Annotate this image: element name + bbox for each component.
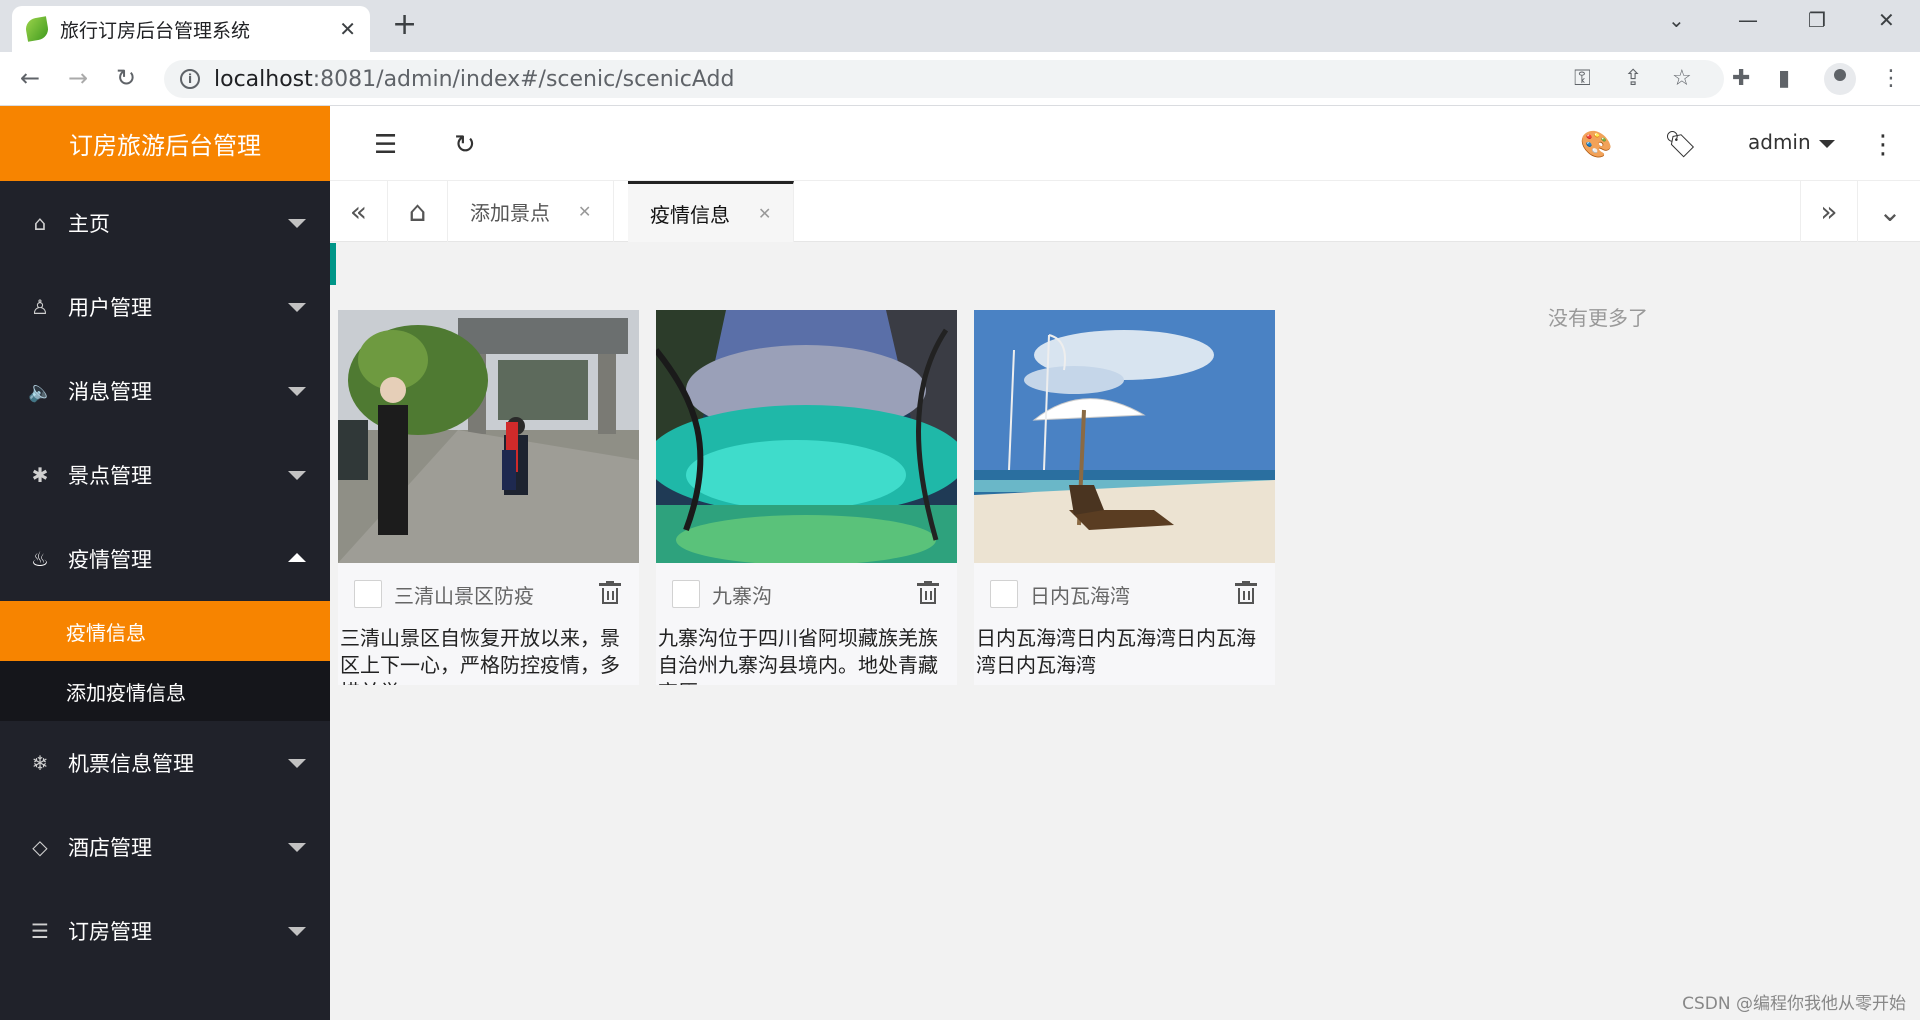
refresh-icon[interactable]: ↻: [454, 130, 476, 160]
chevron-up-icon: [288, 553, 306, 562]
forward-icon[interactable]: →: [68, 64, 88, 92]
browser-tab-title: 旅行订房后台管理系统: [60, 19, 251, 42]
trash-icon[interactable]: [1235, 581, 1257, 605]
app-logo[interactable]: 订房旅游后台管理: [0, 106, 330, 181]
bookmark-star-icon[interactable]: ☆: [1672, 66, 1692, 91]
app-header: ☰ ↻ 🎨 🏷 admin ⋮: [330, 106, 1920, 181]
profile-avatar-icon[interactable]: [1824, 63, 1856, 95]
collapse-menu-icon[interactable]: ☰: [374, 130, 397, 160]
tab-search-chevron-icon[interactable]: ⌄: [1668, 8, 1685, 32]
close-tab-icon[interactable]: ✕: [339, 17, 356, 41]
chevron-down-icon: [288, 843, 306, 852]
tabs-dropdown-chevron-icon[interactable]: ⌄: [1860, 181, 1920, 242]
tab-add-scenic[interactable]: 添加景点 ✕: [448, 181, 615, 242]
site-info-icon[interactable]: i: [180, 69, 200, 89]
browser-toolbar: ← → ↻ i localhost:8081/admin/index#/scen…: [0, 52, 1920, 106]
chevron-down-icon: [288, 303, 306, 312]
card-checkbox[interactable]: [354, 580, 382, 608]
sidebar-item-scenic[interactable]: ✱ 景点管理: [0, 433, 330, 517]
more-vertical-icon[interactable]: ⋮: [1870, 130, 1896, 160]
sidebar-item-epidemic[interactable]: ♨ 疫情管理: [0, 517, 330, 601]
url-text: localhost:8081/admin/index#/scenic/sceni…: [214, 66, 735, 92]
reload-icon[interactable]: ↻: [116, 64, 136, 92]
sidebar-subitem-epidemic-info[interactable]: 疫情信息: [0, 601, 330, 661]
sidebar-item-messages[interactable]: 🔈 消息管理: [0, 349, 330, 433]
card-description: 日内瓦海湾日内瓦海湾日内瓦海湾日内瓦海湾: [976, 626, 1256, 677]
sidebar-item-hotels[interactable]: ◇ 酒店管理: [0, 805, 330, 889]
chevron-down-icon: [288, 927, 306, 936]
key-icon[interactable]: ⚿: [1574, 66, 1591, 91]
trash-icon[interactable]: [599, 581, 621, 605]
card-title: 九寨沟: [712, 583, 772, 608]
speaker-icon: 🔈: [28, 379, 53, 403]
home-icon: ⌂: [33, 211, 47, 235]
page-tabs: « ⌂ 添加景点 ✕ 疫情信息 ✕ » ⌄: [330, 181, 1920, 242]
tabs-scroll-right-icon[interactable]: »: [1800, 181, 1858, 242]
trash-icon[interactable]: [917, 581, 939, 605]
close-icon[interactable]: ✕: [578, 202, 591, 221]
list-icon: ☰: [31, 919, 49, 943]
card-title: 日内瓦海湾: [1030, 583, 1130, 608]
browser-tab[interactable]: 旅行订房后台管理系统 ✕: [12, 6, 370, 52]
content-accent-bar: [330, 243, 336, 285]
leaf-favicon-icon: [24, 16, 50, 42]
share-icon[interactable]: ⇪: [1624, 66, 1642, 91]
chevron-down-icon: [288, 471, 306, 480]
card-photo: [656, 310, 957, 563]
sidebar: ⌂ 主页 ♙ 用户管理 🔈 消息管理 ✱ 景点管理 ♨ 疫情管理 疫情信息 添加…: [0, 181, 330, 1020]
minimize-icon[interactable]: —: [1738, 8, 1758, 32]
tab-epidemic-info[interactable]: 疫情信息 ✕: [628, 181, 795, 242]
browser-tab-strip: 旅行订房后台管理系统 ✕ + ⌄ — ❐ ✕: [0, 0, 1920, 52]
sidebar-item-home[interactable]: ⌂ 主页: [0, 181, 330, 265]
card-description: 三清山景区自恢复开放以来，景区上下一心，严格防控疫情，多措并举...: [340, 626, 620, 685]
card-photo: [974, 310, 1275, 563]
restore-icon[interactable]: ❐: [1808, 8, 1826, 32]
epidemic-card[interactable]: 九寨沟 九寨沟位于四川省阿坝藏族羌族自治州九寨沟县境内。地处青藏高原...: [656, 310, 957, 685]
sidebar-item-users[interactable]: ♙ 用户管理: [0, 265, 330, 349]
tab-label: 添加景点: [470, 201, 550, 225]
epidemic-card[interactable]: 三清山景区防疫 三清山景区自恢复开放以来，景区上下一心，严格防控疫情，多措并举.…: [338, 310, 639, 685]
sidebar-subitem-add-epidemic[interactable]: 添加疫情信息: [0, 661, 330, 721]
tab-label: 疫情信息: [650, 202, 730, 227]
user-icon: ♙: [31, 295, 49, 319]
card-description: 九寨沟位于四川省阿坝藏族羌族自治州九寨沟县境内。地处青藏高原...: [658, 626, 938, 685]
tag-icon[interactable]: 🏷: [1664, 130, 1697, 160]
admin-user-menu[interactable]: admin: [1748, 130, 1835, 154]
fire-icon: ♨: [31, 547, 49, 571]
sidebar-item-bookings[interactable]: ☰ 订房管理: [0, 889, 330, 973]
palette-icon[interactable]: 🎨: [1580, 130, 1612, 160]
snowflake-icon: ❄: [31, 751, 49, 775]
diamond-icon: ◇: [32, 835, 48, 859]
extensions-puzzle-icon[interactable]: ✚: [1732, 66, 1750, 91]
address-bar[interactable]: i localhost:8081/admin/index#/scenic/sce…: [164, 60, 1724, 98]
card-title: 三清山景区防疫: [394, 583, 534, 608]
card-checkbox[interactable]: [672, 580, 700, 608]
epidemic-card[interactable]: 日内瓦海湾 日内瓦海湾日内瓦海湾日内瓦海湾日内瓦海湾: [974, 310, 1275, 685]
browser-menu-icon[interactable]: ⋮: [1880, 66, 1902, 91]
epidemic-submenu: 疫情信息 添加疫情信息: [0, 601, 330, 721]
chevron-down-icon: [288, 219, 306, 228]
home-tab-icon[interactable]: ⌂: [388, 181, 448, 242]
card-toolbar: 三清山景区防疫: [338, 563, 639, 625]
close-window-icon[interactable]: ✕: [1878, 8, 1895, 32]
card-toolbar: 日内瓦海湾: [974, 563, 1275, 625]
card-photo: [338, 310, 639, 563]
side-panel-icon[interactable]: ▮: [1778, 66, 1790, 91]
back-icon[interactable]: ←: [20, 64, 40, 92]
caret-down-icon: [1818, 139, 1835, 148]
no-more-text: 没有更多了: [1548, 306, 1648, 330]
new-tab-icon[interactable]: +: [392, 10, 417, 40]
card-toolbar: 九寨沟: [656, 563, 957, 625]
close-icon[interactable]: ✕: [758, 204, 771, 223]
csdn-watermark: CSDN @编程你我他从零开始: [1682, 994, 1906, 1014]
chevron-down-icon: [288, 759, 306, 768]
sidebar-item-tickets[interactable]: ❄ 机票信息管理: [0, 721, 330, 805]
palm-icon: ✱: [31, 463, 49, 487]
tabs-scroll-left-icon[interactable]: «: [330, 181, 388, 242]
chevron-down-icon: [288, 387, 306, 396]
card-checkbox[interactable]: [990, 580, 1018, 608]
